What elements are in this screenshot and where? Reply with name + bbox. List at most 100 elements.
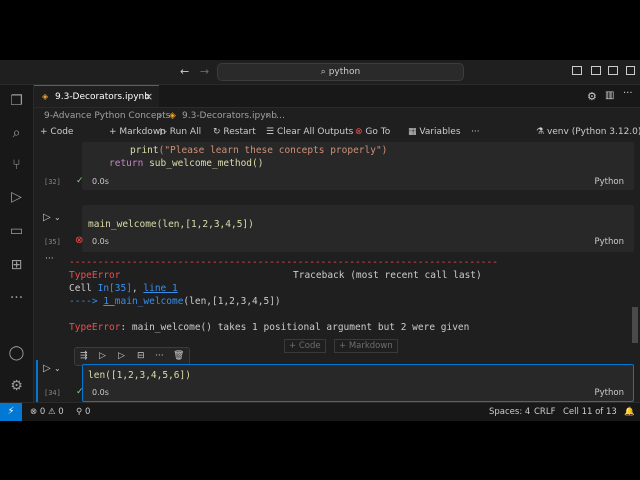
add-code-cell-button[interactable]: + Code — [40, 127, 73, 137]
split-editor-icon[interactable]: ▥ — [605, 90, 614, 101]
customize-layout-icon[interactable] — [626, 66, 635, 75]
run-cell-icon[interactable]: ▷ — [43, 212, 51, 223]
error-icon: ⊗ — [30, 407, 40, 417]
run-all-button[interactable]: ▷ Run All — [160, 127, 201, 137]
forward-button[interactable]: → — [200, 65, 209, 78]
insert-markdown-cell-button[interactable]: + Markdown — [334, 339, 398, 353]
kernel-label: venv (Python 3.12.0) — [546, 127, 640, 137]
variables-label: Variables — [419, 127, 461, 137]
cell-run-time: 0.0s — [92, 388, 109, 397]
command-center-search[interactable]: ⌕ python — [217, 63, 464, 81]
success-check-icon: ✓ — [76, 176, 84, 186]
cell-language[interactable]: Python — [595, 237, 624, 247]
traceback-cell-ref: Cell In[35], line 1 — [69, 283, 178, 294]
breadcrumb-separator: › — [266, 111, 270, 121]
eol-indicator[interactable]: CRLF — [534, 407, 555, 417]
run-debug-icon[interactable]: ▷ — [8, 189, 25, 206]
source-control-icon[interactable]: ⑂ — [8, 157, 25, 174]
chevron-down-icon[interactable]: ⌄ — [54, 213, 61, 222]
add-code-label: Code — [50, 127, 74, 137]
goto-button[interactable]: ⊗ Go To — [355, 127, 390, 137]
restart-label: Restart — [223, 127, 256, 137]
add-markdown-label: Markdown — [119, 127, 166, 137]
cell-position-indicator[interactable]: Cell 11 of 13 — [563, 407, 617, 417]
search-icon[interactable]: ⌕ — [8, 125, 25, 142]
problems-indicator[interactable]: ⊗ 0 ⚠ 0 — [30, 407, 64, 417]
toggle-secondary-sidebar-icon[interactable] — [608, 66, 618, 75]
execution-count: [34] — [44, 389, 61, 397]
breadcrumb-file[interactable]: 9.3-Decorators.ipynb — [182, 111, 277, 121]
breadcrumb-more[interactable]: … — [276, 111, 285, 121]
toolbar-more-icon[interactable]: ··· — [471, 127, 480, 137]
traceback-header: Traceback (most recent call last) — [293, 270, 482, 281]
settings-gear-icon[interactable]: ⚙ — [8, 378, 25, 395]
notebook-icon: ◈ — [42, 92, 49, 101]
output-more-icon[interactable]: ··· — [45, 254, 54, 264]
more-icon[interactable]: ··· — [155, 351, 164, 361]
breadcrumb-separator: › — [158, 111, 162, 121]
variables-icon: ▦ — [408, 127, 420, 137]
more-icon[interactable]: ··· — [8, 290, 25, 307]
ports-indicator[interactable]: ⚲ 0 — [76, 407, 90, 417]
cell-language[interactable]: Python — [595, 388, 624, 398]
selected-cell-indicator — [36, 360, 38, 402]
toggle-panel-icon[interactable] — [591, 66, 601, 75]
breadcrumb: 9-Advance Python Concepts › ◈ 9.3-Decora… — [34, 108, 640, 124]
remote-explorer-icon[interactable]: ▭ — [8, 223, 25, 240]
editor-tabs: ◈ 9.3-Decorators.ipynb × ⚙ ▥ ··· — [34, 85, 640, 108]
indentation-indicator[interactable]: Spaces: 4 — [489, 407, 530, 417]
search-icon: ⌕ — [320, 67, 326, 77]
extensions-icon[interactable]: ⊞ — [8, 257, 25, 274]
run-all-label: Run All — [169, 127, 202, 137]
code-line: main_welcome(len,[1,2,3,4,5]) — [88, 219, 254, 230]
settings-icon[interactable]: ⚙ — [587, 90, 597, 103]
back-button[interactable]: ← — [180, 65, 189, 78]
split-cell-icon[interactable]: ⊟ — [137, 351, 145, 361]
notebook-editor: print("Please learn these concepts prope… — [34, 142, 640, 402]
tab-label: 9.3-Decorators.ipynb — [55, 92, 150, 102]
goto-icon: ⊗ — [355, 127, 366, 137]
remote-indicator-icon[interactable]: ⚡ — [0, 403, 22, 421]
explorer-icon[interactable]: ❐ — [8, 93, 25, 110]
more-actions-icon[interactable]: ··· — [623, 88, 633, 99]
execution-count: [35] — [44, 238, 61, 246]
insert-code-cell-button[interactable]: + Code — [284, 339, 326, 353]
execute-below-icon[interactable]: ▷ — [118, 351, 125, 361]
kernel-icon: ⚗ — [536, 127, 547, 137]
plus-icon: + — [109, 127, 120, 137]
kernel-picker[interactable]: ⚗ venv (Python 3.12.0) — [536, 127, 640, 137]
restart-button[interactable]: ↻ Restart — [213, 127, 256, 137]
code-line: len([1,2,3,4,5,6]) — [88, 370, 191, 381]
run-all-icon: ▷ — [160, 127, 170, 137]
close-icon[interactable]: × — [144, 90, 153, 103]
traceback-divider: ----------------------------------------… — [69, 257, 498, 268]
ports-icon: ⚲ — [76, 407, 85, 417]
editor-scrollbar-thumb[interactable] — [632, 307, 638, 343]
clear-all-label: Clear All Outputs — [276, 127, 354, 137]
status-bar: ⚡ ⊗ 0 ⚠ 0 ⚲ 0 Spaces: 4 CRLF Cell 11 of … — [0, 402, 640, 421]
error-type: TypeError — [69, 270, 121, 281]
goto-label: Go To — [365, 127, 391, 137]
notebook-toolbar: + Code + Markdown ▷ Run All ↻ Restart ☰ … — [34, 124, 640, 143]
execute-above-icon[interactable]: ▷ — [99, 351, 106, 361]
clear-all-outputs-button[interactable]: ☰ Clear All Outputs — [266, 127, 353, 137]
execution-count: [32] — [44, 178, 61, 186]
variables-button[interactable]: ▦ Variables — [408, 127, 461, 137]
error-message: TypeError: main_welcome() takes 1 positi… — [69, 322, 470, 333]
run-by-line-icon[interactable]: ⇶ — [80, 351, 88, 361]
toggle-primary-sidebar-icon[interactable] — [572, 66, 582, 75]
cell-language[interactable]: Python — [595, 177, 624, 187]
line-link[interactable]: line 1 — [143, 283, 177, 294]
clear-icon: ☰ — [266, 127, 277, 137]
notifications-bell-icon[interactable]: 🔔 — [624, 407, 635, 417]
chevron-down-icon[interactable]: ⌄ — [54, 364, 61, 373]
search-text: python — [328, 67, 361, 77]
notebook-icon: ◈ — [169, 111, 176, 121]
delete-cell-icon[interactable]: 🗑 — [173, 351, 184, 361]
add-markdown-cell-button[interactable]: + Markdown — [109, 127, 166, 137]
breadcrumb-folder[interactable]: 9-Advance Python Concepts — [44, 111, 170, 121]
run-cell-icon[interactable]: ▷ — [43, 363, 51, 374]
tab-decorators[interactable]: ◈ 9.3-Decorators.ipynb × — [34, 85, 159, 107]
account-icon[interactable]: ◯ — [8, 345, 25, 362]
error-icon: ⊗ — [75, 235, 84, 246]
